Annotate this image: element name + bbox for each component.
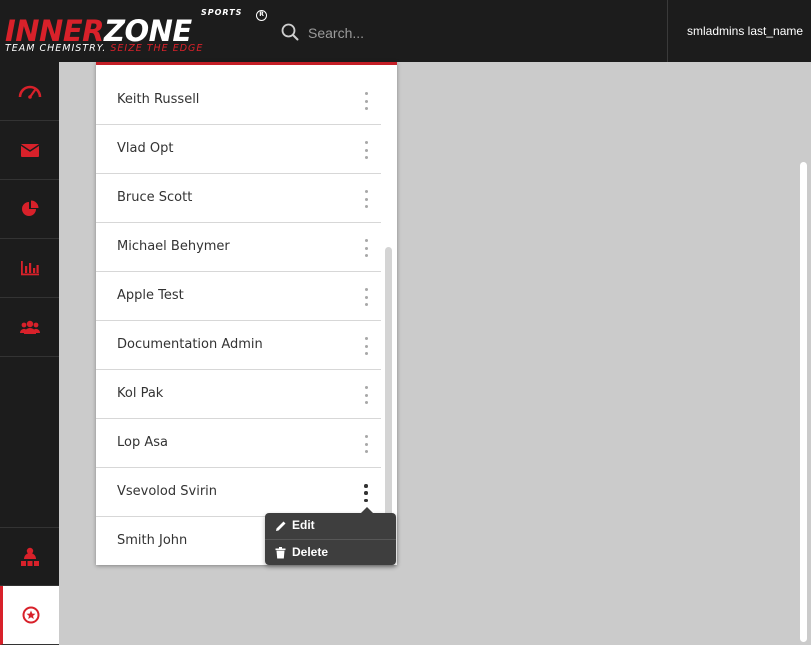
- logo-tagline: TEAM CHEMISTRY. SEIZE THE EDGE: [5, 43, 203, 54]
- bar-chart-icon: [20, 261, 39, 276]
- sidebar-item-dashboard[interactable]: [0, 62, 59, 121]
- top-header: INNERZONE SPORTS R TEAM CHEMISTRY. SEIZE…: [0, 0, 811, 62]
- more-options-icon[interactable]: [359, 435, 373, 453]
- logo-sports-text: SPORTS: [201, 8, 243, 17]
- sidebar-item-analytics[interactable]: [0, 239, 59, 298]
- list-item[interactable]: Bruce Scott: [96, 174, 381, 223]
- sidebar: [0, 62, 59, 645]
- list-item[interactable]: Documentation Admin: [96, 321, 381, 370]
- envelope-icon: [20, 143, 39, 157]
- user-name-label: Smith John: [117, 533, 188, 548]
- user-list-panel: Keith Russell Vlad Opt Bruce Scott Micha…: [96, 62, 397, 565]
- more-options-icon[interactable]: [359, 386, 373, 404]
- list-item[interactable]: Kol Pak: [96, 370, 381, 419]
- more-options-icon[interactable]: [359, 484, 373, 502]
- row-context-menu: Edit Delete: [265, 507, 396, 566]
- logo-wordmark: INNERZONE: [5, 16, 192, 46]
- edit-label: Edit: [292, 518, 315, 532]
- page-scrollbar-thumb[interactable]: [800, 162, 807, 642]
- user-name[interactable]: smladmins last_name: [687, 24, 803, 38]
- sidebar-item-teams[interactable]: [0, 298, 59, 357]
- user-name-label: Michael Behymer: [117, 239, 230, 254]
- more-options-icon[interactable]: [359, 141, 373, 159]
- list-item[interactable]: Lop Asa: [96, 419, 381, 468]
- registered-mark-icon: R: [256, 10, 267, 21]
- list-item[interactable]: Vsevolod Svirin: [96, 468, 381, 517]
- sidebar-item-organization[interactable]: [0, 527, 59, 586]
- more-options-icon[interactable]: [359, 190, 373, 208]
- delete-label: Delete: [292, 545, 329, 559]
- trash-icon: [275, 547, 286, 559]
- org-chart-icon: [20, 547, 39, 566]
- user-name-label: Keith Russell: [117, 92, 200, 107]
- page-scrollbar[interactable]: [797, 62, 811, 645]
- more-options-icon[interactable]: [359, 288, 373, 306]
- tagline-part1: TEAM CHEMISTRY.: [5, 43, 107, 54]
- more-options-icon[interactable]: [359, 239, 373, 257]
- innerzone-logo[interactable]: INNERZONE SPORTS R TEAM CHEMISTRY. SEIZE…: [5, 8, 270, 56]
- edit-menu-item[interactable]: Edit: [265, 513, 396, 539]
- user-menu[interactable]: smladmins last_name: [667, 0, 811, 62]
- users-icon: [19, 320, 40, 334]
- search-icon[interactable]: [281, 23, 299, 41]
- user-name-label: Vlad Opt: [117, 141, 174, 156]
- user-name-label: Apple Test: [117, 288, 184, 303]
- star-circle-icon: [22, 606, 40, 624]
- sidebar-item-messages[interactable]: [0, 121, 59, 180]
- pie-chart-icon: [21, 200, 38, 216]
- sidebar-item-reports[interactable]: [0, 180, 59, 239]
- user-name-label: Vsevolod Svirin: [117, 484, 218, 499]
- tagline-part2: SEIZE THE EDGE: [110, 43, 204, 54]
- panel-header-accent: [96, 62, 397, 65]
- speedometer-icon: [18, 85, 41, 99]
- list-item[interactable]: Apple Test: [96, 272, 381, 321]
- list-item[interactable]: Vlad Opt: [96, 125, 381, 174]
- search-input[interactable]: [308, 21, 508, 45]
- more-options-icon[interactable]: [359, 337, 373, 355]
- sidebar-item-favorites[interactable]: [0, 586, 59, 645]
- list-item[interactable]: Keith Russell: [96, 76, 381, 125]
- user-name-label: Documentation Admin: [117, 337, 263, 352]
- more-options-icon[interactable]: [359, 92, 373, 110]
- user-name-label: Lop Asa: [117, 435, 168, 450]
- user-name-label: Bruce Scott: [117, 190, 193, 205]
- list-item[interactable]: Michael Behymer: [96, 223, 381, 272]
- search-bar: [281, 21, 531, 45]
- pencil-icon: [276, 521, 286, 531]
- user-name-label: Kol Pak: [117, 386, 164, 401]
- delete-menu-item[interactable]: Delete: [265, 540, 396, 566]
